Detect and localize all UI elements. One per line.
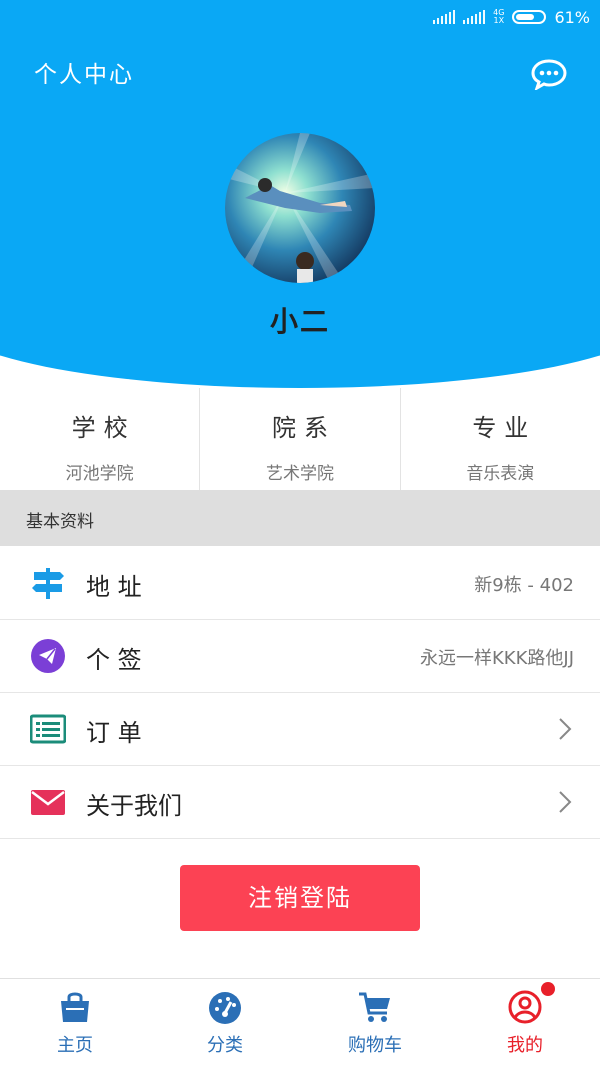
about-label: 关于我们: [86, 792, 182, 820]
nav-cart[interactable]: 购物车: [300, 979, 450, 1068]
info-department-value: 艺术学院: [265, 464, 334, 484]
status-bar: 4G 1X 61%: [433, 6, 590, 28]
nav-mine[interactable]: 我的: [450, 979, 600, 1068]
nav-home-label: 主页: [57, 1035, 93, 1056]
page-title: 个人中心: [34, 62, 134, 88]
battery-icon: [512, 10, 547, 24]
nav-home[interactable]: 主页: [0, 979, 150, 1068]
info-columns: 学校 河池学院 院系 艺术学院 专业 音乐表演: [0, 388, 600, 490]
info-school-title: 学校: [71, 414, 136, 442]
section-header: 基本资料: [0, 490, 600, 546]
address-label: 地 址: [86, 573, 142, 601]
mail-icon: [31, 790, 65, 815]
signature-row[interactable]: 个 签 永远一样KKK路他JJ: [0, 620, 600, 693]
about-row[interactable]: 关于我们: [0, 766, 600, 839]
orders-row[interactable]: 订 单: [0, 693, 600, 766]
nav-mine-label: 我的: [507, 1035, 543, 1056]
nav-category-label: 分类: [207, 1035, 243, 1056]
nav-cart-label: 购物车: [348, 1035, 402, 1056]
signpost-icon: [32, 568, 64, 599]
network-indicator: 4G 1X: [493, 8, 505, 25]
info-department: 院系 艺术学院: [200, 388, 401, 490]
cart-icon: [359, 992, 390, 1022]
signature-label: 个 签: [86, 646, 142, 674]
logout-button[interactable]: 注销登陆: [180, 865, 420, 931]
paper-plane-icon: [31, 639, 65, 673]
nav-category[interactable]: 分类: [150, 979, 300, 1068]
address-row[interactable]: 地 址 新9栋 - 402: [0, 547, 600, 620]
info-school-value: 河池学院: [65, 464, 134, 484]
info-school: 学校 河池学院: [0, 388, 201, 490]
chevron-right-icon: [559, 791, 572, 813]
notification-dot: [541, 982, 555, 996]
avatar[interactable]: [225, 133, 375, 283]
chevron-right-icon: [559, 718, 572, 740]
address-value: 新9栋 - 402: [474, 575, 574, 596]
message-icon[interactable]: [530, 58, 568, 90]
username: 小二: [269, 305, 330, 338]
bottom-nav: 主页 分类 购物车 我的: [0, 978, 600, 1068]
header-area: 4G 1X 61% 个人中心 小二: [0, 0, 600, 390]
orders-label: 订 单: [86, 719, 142, 747]
section-title: 基本资料: [26, 512, 94, 532]
gauge-icon: [209, 992, 241, 1024]
shopping-bag-icon: [61, 992, 89, 1022]
info-major-title: 专业: [472, 414, 537, 442]
user-icon: [508, 990, 542, 1024]
signal-icon-2: [463, 10, 486, 24]
info-department-title: 院系: [271, 414, 336, 442]
info-major-value: 音乐表演: [466, 464, 535, 484]
battery-percent: 61%: [554, 7, 590, 27]
list-icon: [30, 714, 66, 744]
signal-icon: [433, 10, 456, 24]
info-major: 专业 音乐表演: [401, 388, 600, 490]
signature-value: 永远一样KKK路他JJ: [419, 648, 574, 669]
